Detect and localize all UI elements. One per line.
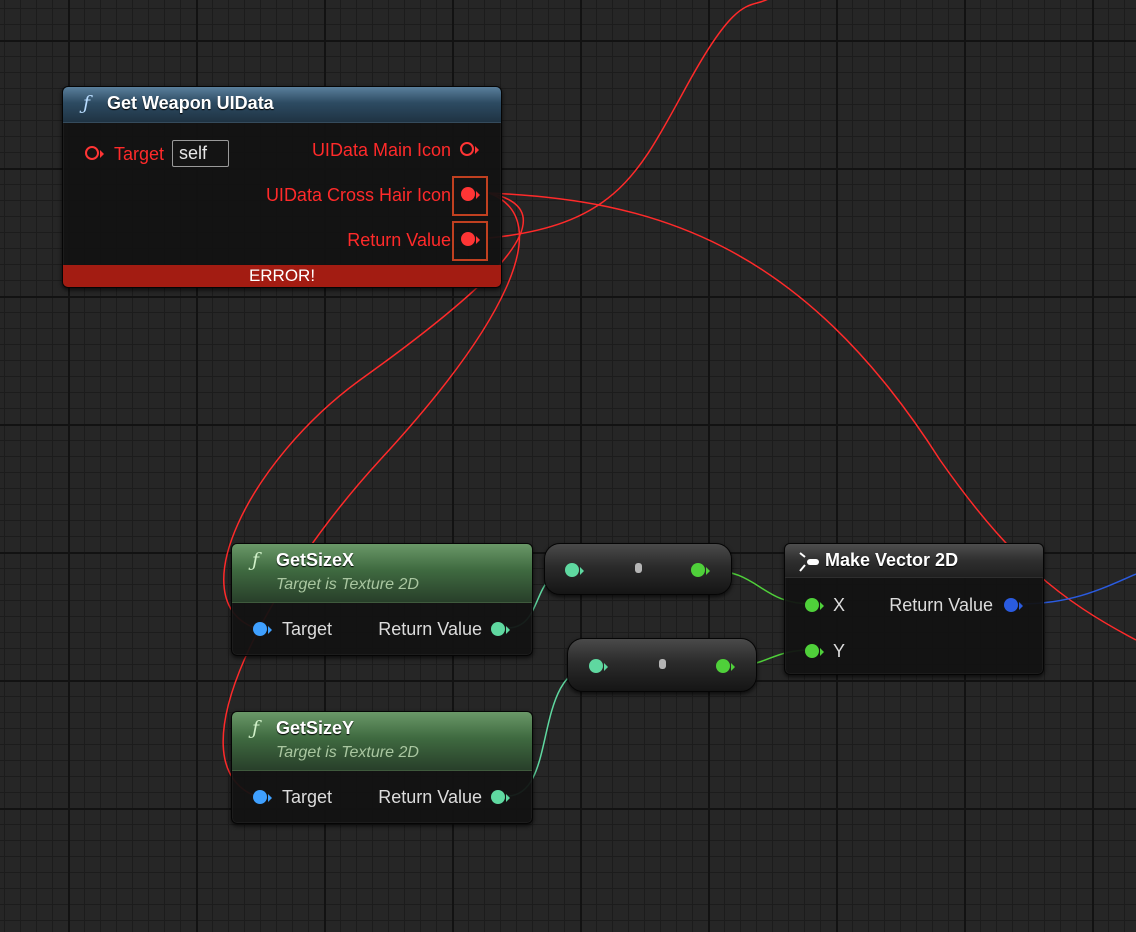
return-value-pin[interactable] xyxy=(491,790,510,806)
x-label: X xyxy=(833,595,846,615)
return-value-label: Return Value xyxy=(347,230,451,250)
y-pin[interactable] xyxy=(805,644,824,660)
target-pin[interactable] xyxy=(253,622,272,638)
return-value-pin[interactable] xyxy=(461,232,480,248)
conversion-node-y[interactable] xyxy=(567,638,757,692)
node-header[interactable]: ƒ Get Weapon UIData xyxy=(63,87,501,123)
node-subtitle: Target is Texture 2D xyxy=(276,576,419,593)
node-header[interactable]: ƒ GetSizeY Target is Texture 2D xyxy=(232,712,532,771)
uidata-cross-hair-icon-pin[interactable] xyxy=(461,187,480,203)
target-pin[interactable] xyxy=(85,146,104,162)
node-get-size-x[interactable]: ƒ GetSizeX Target is Texture 2D Target R… xyxy=(231,543,533,656)
node-header[interactable]: ƒ GetSizeX Target is Texture 2D xyxy=(232,544,532,603)
return-value-label: Return Value xyxy=(378,619,482,639)
node-get-weapon-uidata[interactable]: ƒ Get Weapon UIData Target self UIData M… xyxy=(62,86,502,288)
conversion-input-pin[interactable] xyxy=(565,563,584,579)
target-pin[interactable] xyxy=(253,790,272,806)
node-header[interactable]: Make Vector 2D xyxy=(785,544,1043,578)
target-label: Target xyxy=(282,619,333,639)
node-make-vector-2d[interactable]: Make Vector 2D X Return Value Y xyxy=(784,543,1044,675)
function-icon: ƒ xyxy=(83,92,91,114)
x-pin[interactable] xyxy=(805,598,824,614)
node-title: GetSizeY xyxy=(276,718,355,738)
target-self-input[interactable]: self xyxy=(172,140,229,167)
return-value-label: Return Value xyxy=(378,787,482,807)
target-label: Target xyxy=(114,144,165,164)
wire-return-value-up[interactable] xyxy=(488,0,770,239)
function-icon: ƒ xyxy=(252,717,260,739)
uidata-main-icon-pin[interactable] xyxy=(460,142,479,158)
error-banner: ERROR! xyxy=(63,265,501,287)
target-label: Target xyxy=(282,787,333,807)
conversion-dot-icon xyxy=(659,659,666,669)
return-value-pin[interactable] xyxy=(491,622,510,638)
node-subtitle: Target is Texture 2D xyxy=(276,744,419,761)
node-title: Make Vector 2D xyxy=(825,550,959,570)
conversion-dot-icon xyxy=(635,563,642,573)
return-value-label: Return Value xyxy=(889,595,993,615)
node-title: Get Weapon UIData xyxy=(107,93,274,113)
blueprint-graph-canvas[interactable]: ƒ Get Weapon UIData Target self UIData M… xyxy=(0,0,1136,932)
node-title: GetSizeX xyxy=(276,550,355,570)
make-struct-icon xyxy=(799,552,819,572)
conversion-node-x[interactable] xyxy=(544,543,732,595)
uidata-main-icon-label: UIData Main Icon xyxy=(311,140,451,160)
conversion-output-pin[interactable] xyxy=(691,563,710,579)
conversion-output-pin[interactable] xyxy=(716,659,735,675)
node-get-size-y[interactable]: ƒ GetSizeY Target is Texture 2D Target R… xyxy=(231,711,533,824)
conversion-input-pin[interactable] xyxy=(589,659,608,675)
uidata-cross-hair-icon-label: UIData Cross Hair Icon xyxy=(265,185,451,205)
function-icon: ƒ xyxy=(252,549,260,571)
return-value-pin[interactable] xyxy=(1004,598,1023,614)
y-label: Y xyxy=(833,641,846,661)
